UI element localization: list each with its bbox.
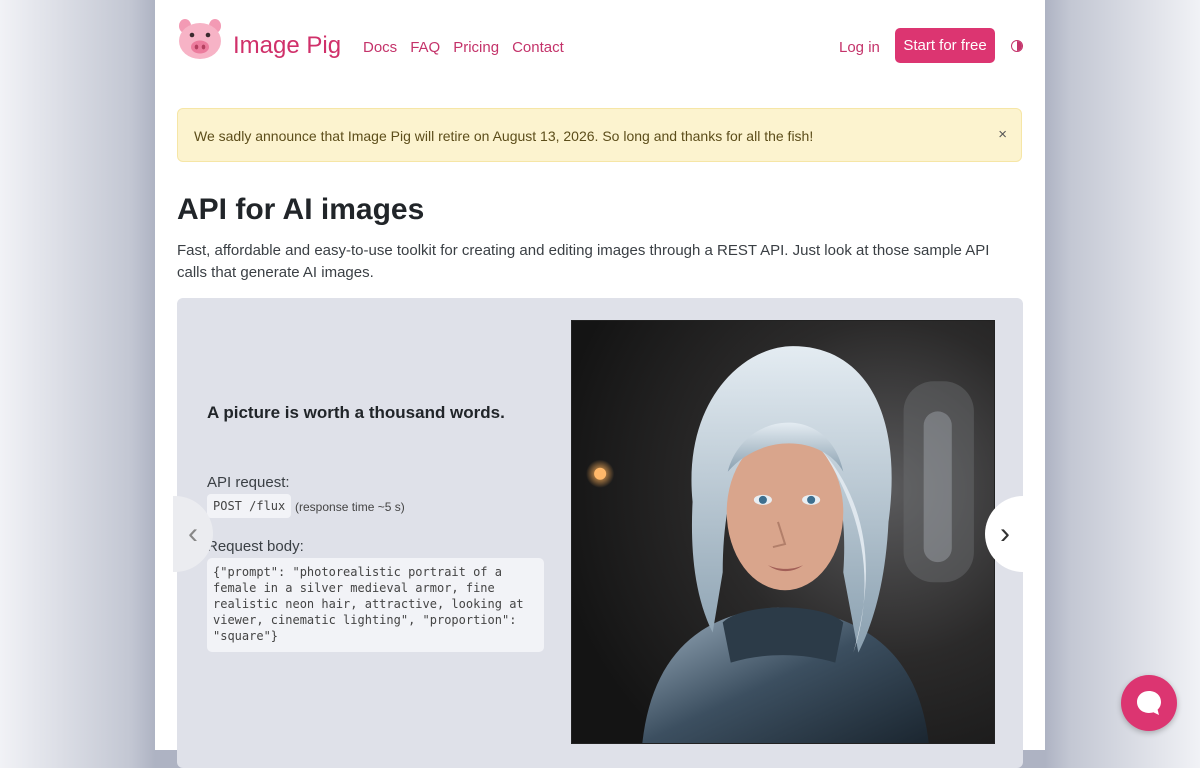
sample-carousel: A picture is worth a thousand words. API…: [173, 298, 1025, 768]
generated-portrait-image: [571, 320, 995, 744]
chat-icon[interactable]: [1121, 675, 1177, 731]
alert-text: We sadly announce that Image Pig will re…: [194, 128, 814, 144]
start-for-free-button[interactable]: Start for free: [895, 28, 995, 63]
theme-toggle-icon[interactable]: [1011, 40, 1023, 52]
nav-contact[interactable]: Contact: [512, 39, 564, 56]
brand-name[interactable]: Image Pig: [233, 32, 341, 60]
nav-faq[interactable]: FAQ: [410, 39, 440, 56]
api-endpoint: POST /flux: [207, 494, 292, 518]
request-body-code: {"prompt": "photorealistic portrait of a…: [207, 558, 544, 652]
carousel-tagline: A picture is worth a thousand words.: [207, 403, 505, 422]
nav-docs[interactable]: Docs: [363, 39, 397, 56]
request-body-label: Request body:: [207, 538, 304, 555]
page-title: API for AI images: [177, 193, 425, 226]
pig-logo-icon[interactable]: [177, 18, 223, 60]
login-link[interactable]: Log in: [839, 39, 880, 56]
nav-pricing[interactable]: Pricing: [453, 39, 499, 56]
page: Image Pig Docs FAQ Pricing Contact Log i…: [155, 0, 1045, 768]
response-time: (response time ~5 s): [295, 500, 405, 514]
retirement-alert: We sadly announce that Image Pig will re…: [177, 108, 1022, 162]
intro-text: Fast, affordable and easy-to-use toolkit…: [177, 242, 990, 281]
chat-bubble-icon: [1137, 691, 1161, 715]
close-icon[interactable]: ×: [998, 126, 1007, 143]
api-request-label: API request:: [207, 474, 290, 491]
main-nav: Docs FAQ Pricing Contact: [363, 39, 564, 56]
